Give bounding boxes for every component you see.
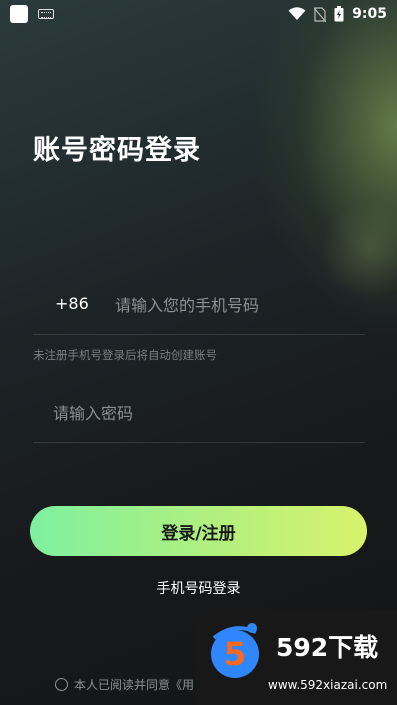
country-code-selector[interactable]: +86 (55, 294, 89, 313)
watermark-brand: 592下载 (276, 633, 379, 662)
page-title: 账号密码登录 (33, 135, 201, 166)
keyboard-icon (38, 9, 54, 19)
no-sim-icon (314, 6, 327, 22)
agreement-text[interactable]: 本人已阅读并同意《用 (74, 676, 194, 693)
agreement-row: 本人已阅读并同意《用 (55, 676, 194, 693)
status-bar: 9:05 (0, 0, 397, 28)
watermark-logo-icon: 5 (211, 623, 259, 678)
wifi-icon (288, 7, 306, 20)
login-register-button[interactable]: 登录/注册 (30, 506, 367, 556)
battery-charging-icon (334, 6, 344, 22)
password-field-row (33, 390, 365, 443)
agreement-radio[interactable] (55, 678, 68, 691)
status-icons: 9:05 (288, 4, 387, 24)
watermark: 5 592下载 www.592xiazai.com (196, 610, 397, 705)
phone-login-link[interactable]: 手机号码登录 (0, 578, 397, 598)
watermark-url: www.592xiazai.com (268, 678, 388, 692)
watermark-logo-digit: 5 (224, 635, 246, 673)
phone-input[interactable] (113, 290, 357, 320)
phone-field-row: +86 (33, 282, 365, 335)
app-notification-icon (10, 5, 28, 23)
clock: 9:05 (352, 6, 387, 22)
password-input[interactable] (51, 398, 355, 428)
register-hint: 未注册手机号登录后将自动创建账号 (33, 348, 217, 362)
